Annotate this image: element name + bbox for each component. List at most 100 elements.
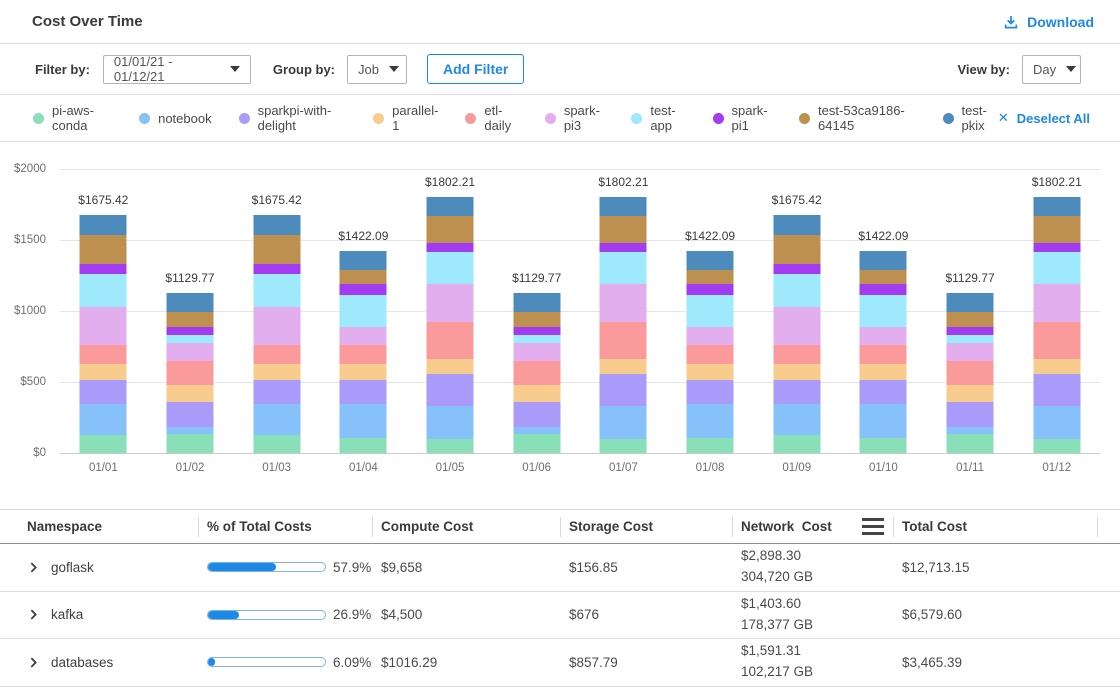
namespace-label[interactable]: goflask	[51, 560, 94, 575]
table-row-databases: databases6.09%$1016.29$857.79$1,591.3110…	[0, 639, 1120, 687]
bar-segment-test-pkix	[1033, 197, 1080, 215]
x-tick-label: 01/11	[927, 462, 1014, 474]
legend-dot	[465, 113, 476, 124]
chevron-down-icon	[1066, 66, 1076, 72]
bar-segment-notebook	[947, 427, 994, 434]
expand-chevron-icon[interactable]	[27, 561, 40, 574]
legend-item-etl-daily[interactable]: etl-daily	[465, 103, 517, 133]
deselect-all-button[interactable]: ✕ Deselect All	[998, 110, 1090, 126]
column-menu-icon[interactable]	[862, 518, 884, 535]
bar-01/11[interactable]: $1129.77	[927, 169, 1014, 453]
bar-stack	[513, 293, 560, 453]
bar-segment-pi-aws-conda	[947, 434, 994, 453]
column-header-percent-of-total-costs[interactable]: % of Total Costs	[198, 510, 372, 543]
bar-01/03[interactable]: $1675.42	[233, 169, 320, 453]
bar-segment-spark-pi1	[773, 264, 820, 275]
bar-segment-parallel-1	[253, 364, 300, 380]
network-gb-value: 304,720 GB	[741, 567, 893, 588]
y-tick-label: $1500	[14, 234, 46, 246]
date-range-select[interactable]: 01/01/21 - 01/12/21	[103, 55, 251, 84]
chart-bars: $1675.42$1129.77$1675.42$1422.09$1802.21…	[60, 169, 1100, 453]
namespace-label[interactable]: databases	[51, 655, 113, 670]
bar-segment-spark-pi1	[687, 284, 734, 295]
bar-01/09[interactable]: $1675.42	[753, 169, 840, 453]
bar-segment-spark-pi1	[427, 243, 474, 252]
bar-01/04[interactable]: $1422.09	[320, 169, 407, 453]
column-header-storage-cost[interactable]: Storage Cost	[560, 510, 732, 543]
bar-segment-notebook	[427, 406, 474, 439]
bar-01/06[interactable]: $1129.77	[493, 169, 580, 453]
group-by-select[interactable]: Job	[347, 55, 407, 84]
column-header-network-cost[interactable]: Network Cost	[732, 510, 893, 543]
bar-segment-etl-daily	[80, 345, 127, 364]
legend-dot	[373, 113, 384, 124]
storage-cost-cell: $676	[560, 607, 732, 622]
bar-segment-spark-pi3	[947, 343, 994, 361]
bar-segment-test-53ca9186-64145	[600, 216, 647, 243]
expand-chevron-icon[interactable]	[27, 608, 40, 621]
total-cost-cell: $12,713.15	[893, 560, 1098, 575]
y-tick-label: $500	[20, 376, 46, 388]
bar-01/01[interactable]: $1675.42	[60, 169, 147, 453]
namespace-label[interactable]: kafka	[51, 607, 83, 622]
bar-stack	[860, 251, 907, 453]
bar-segment-etl-daily	[513, 361, 560, 385]
legend-item-spark-pi1[interactable]: spark-pi1	[713, 103, 773, 133]
column-header-total-cost[interactable]: Total Cost	[893, 510, 1098, 543]
legend-item-spark-pi3[interactable]: spark-pi3	[545, 103, 605, 133]
legend-item-sparkpi-with-delight[interactable]: sparkpi-with-delight	[239, 103, 347, 133]
y-tick-label: $1000	[14, 305, 46, 317]
legend-dot	[545, 113, 556, 124]
x-tick-label: 01/04	[320, 462, 407, 474]
bar-segment-sparkpi-with-delight	[860, 380, 907, 404]
legend-label: pi-aws-conda	[52, 103, 112, 133]
bar-01/05[interactable]: $1802.21	[407, 169, 494, 453]
add-filter-button[interactable]: Add Filter	[427, 54, 524, 84]
bar-segment-test-app	[860, 295, 907, 327]
filter-bar: Filter by: 01/01/21 - 01/12/21 Group by:…	[0, 44, 1120, 95]
bar-segment-parallel-1	[687, 364, 734, 380]
bar-segment-test-pkix	[80, 215, 127, 235]
legend-label: etl-daily	[484, 103, 517, 133]
download-icon	[1003, 14, 1019, 30]
bar-total-label: $1422.09	[655, 229, 765, 243]
bar-01/07[interactable]: $1802.21	[580, 169, 667, 453]
percent-label: 57.9%	[333, 560, 371, 575]
legend-item-parallel-1[interactable]: parallel-1	[373, 103, 438, 133]
legend-label: spark-pi3	[564, 103, 605, 133]
compute-cost-cell: $9,658	[372, 560, 560, 575]
column-header-namespace[interactable]: Namespace	[22, 510, 198, 543]
bar-segment-test-app	[947, 335, 994, 343]
bar-01/10[interactable]: $1422.09	[840, 169, 927, 453]
bar-segment-test-53ca9186-64145	[513, 312, 560, 327]
progress-fill	[208, 658, 215, 666]
bar-segment-spark-pi3	[427, 284, 474, 322]
bar-01/02[interactable]: $1129.77	[147, 169, 234, 453]
bar-segment-test-53ca9186-64145	[687, 270, 734, 284]
bar-segment-notebook	[773, 404, 820, 434]
bar-total-label: $1422.09	[308, 229, 418, 243]
legend-item-notebook[interactable]: notebook	[139, 111, 212, 126]
bar-segment-parallel-1	[513, 385, 560, 401]
bar-total-label: $1129.77	[135, 271, 245, 285]
legend-item-test-app[interactable]: test-app	[631, 103, 685, 133]
expand-chevron-icon[interactable]	[27, 656, 40, 669]
percent-progress-bar	[207, 562, 326, 572]
download-button[interactable]: Download	[1003, 14, 1094, 30]
bar-segment-pi-aws-conda	[687, 438, 734, 453]
column-header-compute-cost[interactable]: Compute Cost	[372, 510, 560, 543]
legend-item-pi-aws-conda[interactable]: pi-aws-conda	[33, 103, 112, 133]
bar-01/12[interactable]: $1802.21	[1013, 169, 1100, 453]
bar-segment-notebook	[687, 404, 734, 438]
bar-segment-test-pkix	[600, 197, 647, 215]
bar-segment-notebook	[600, 406, 647, 439]
legend-item-test-53ca9186-64145[interactable]: test-53ca9186-64145	[799, 103, 916, 133]
view-by-select[interactable]: Day	[1022, 55, 1081, 84]
table-row-goflask: goflask57.9%$9,658$156.85$2,898.30304,72…	[0, 544, 1120, 592]
table-header: Namespace % of Total Costs Compute Cost …	[0, 510, 1120, 544]
legend-item-test-pkix[interactable]: test-pkix	[943, 103, 998, 133]
x-tick-label: 01/06	[493, 462, 580, 474]
chart-x-axis: 01/0101/0201/0301/0401/0501/0601/0701/08…	[60, 462, 1100, 474]
bar-01/08[interactable]: $1422.09	[667, 169, 754, 453]
view-by-label: View by:	[957, 62, 1010, 77]
